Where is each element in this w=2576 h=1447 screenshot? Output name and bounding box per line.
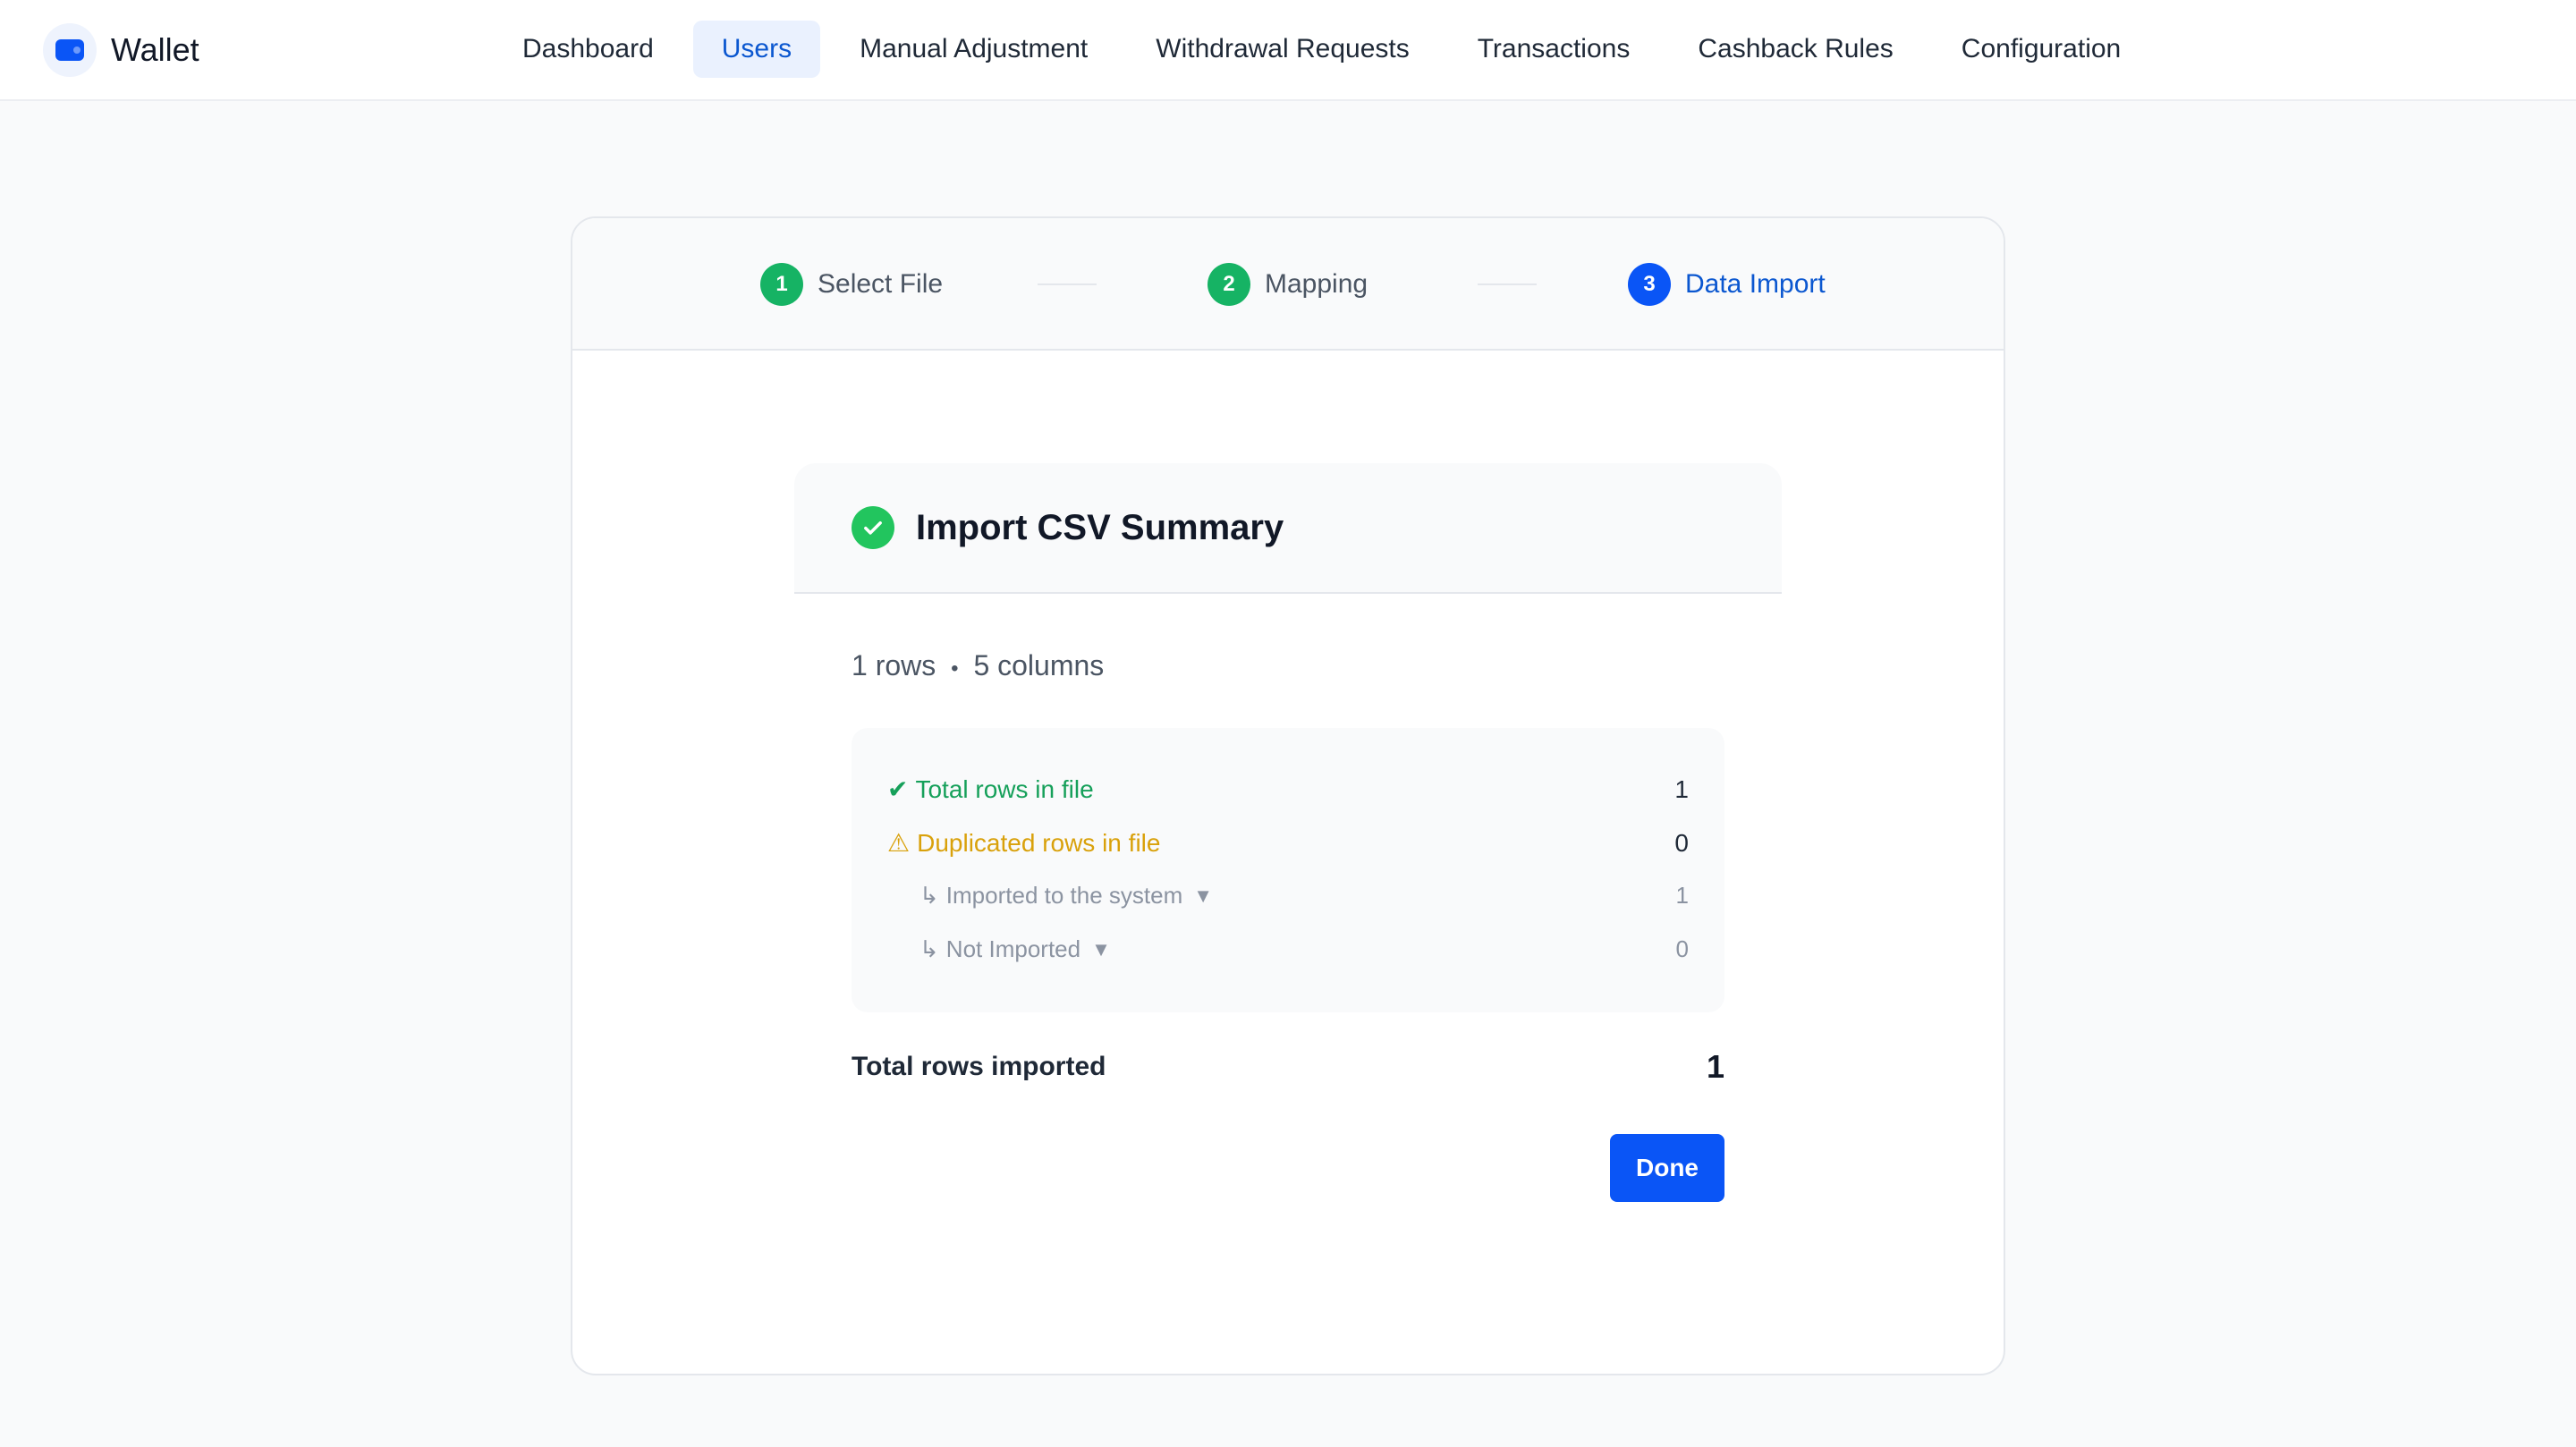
file-meta: 1 rows • 5 columns <box>852 649 1104 682</box>
stat-value: 1 <box>1674 774 1689 803</box>
nav-item-dashboard[interactable]: Dashboard <box>494 21 682 78</box>
nav-item-users[interactable]: Users <box>692 21 821 78</box>
app-name: Wallet <box>111 31 199 68</box>
nav-item-configuration[interactable]: Configuration <box>1933 21 2149 78</box>
meta-separator: • <box>951 656 959 681</box>
stat-imported-to-system[interactable]: ↳ Imported to the system ▼ 1 <box>919 882 1689 910</box>
step-data-import: 3 Data Import <box>1628 263 1826 306</box>
checkmark-icon: ✔ <box>887 775 909 803</box>
step-number-badge: 3 <box>1628 263 1671 306</box>
summary-header: Import CSV Summary <box>794 463 1782 594</box>
top-navigation-bar: Wallet Dashboard Users Manual Adjustment… <box>0 0 2576 101</box>
stat-value: 1 <box>1675 882 1689 909</box>
stats-box: ✔ Total rows in file 1 ⚠ Duplicated rows… <box>852 728 1724 1012</box>
step-label: Data Import <box>1685 269 1826 299</box>
check-circle-icon <box>852 506 894 549</box>
stat-duplicated-rows: ⚠ Duplicated rows in file 0 <box>887 828 1689 858</box>
stat-label: Imported to the system <box>945 882 1183 909</box>
step-divider <box>1038 283 1097 285</box>
columns-count: 5 columns <box>973 649 1105 681</box>
import-summary-panel: Import CSV Summary 1 rows • 5 columns ✔ … <box>794 463 1782 1202</box>
total-imported-label: Total rows imported <box>852 1052 1106 1081</box>
warning-icon: ⚠ <box>887 829 911 857</box>
total-imported-row: Total rows imported 1 <box>852 1048 1724 1086</box>
step-label: Mapping <box>1265 269 1368 299</box>
brand[interactable]: Wallet <box>43 23 199 77</box>
nav-item-withdrawal-requests[interactable]: Withdrawal Requests <box>1127 21 1437 78</box>
step-number-badge: 2 <box>1208 263 1250 306</box>
import-stepper: 1 Select File 2 Mapping 3 Data Import <box>572 218 2004 351</box>
rows-count: 1 rows <box>852 649 936 681</box>
done-button[interactable]: Done <box>1610 1134 1724 1202</box>
total-imported-value: 1 <box>1706 1048 1724 1085</box>
main-nav: Dashboard Users Manual Adjustment Withdr… <box>494 21 2149 78</box>
nav-item-cashback-rules[interactable]: Cashback Rules <box>1669 21 1921 78</box>
sub-arrow-icon: ↳ <box>919 882 939 909</box>
stat-label: Total rows in file <box>915 774 1094 803</box>
wallet-icon <box>43 23 97 77</box>
sub-arrow-icon: ↳ <box>919 935 939 962</box>
step-divider <box>1478 283 1537 285</box>
nav-item-transactions[interactable]: Transactions <box>1449 21 1659 78</box>
stat-total-rows: ✔ Total rows in file 1 <box>887 774 1689 804</box>
stat-label: Not Imported <box>945 935 1081 962</box>
step-mapping: 2 Mapping <box>1208 263 1368 306</box>
stat-value: 0 <box>1674 828 1689 857</box>
stat-not-imported[interactable]: ↳ Not Imported ▼ 0 <box>919 935 1689 963</box>
stat-value: 0 <box>1675 935 1689 962</box>
step-number-badge: 1 <box>760 263 803 306</box>
nav-item-manual-adjustment[interactable]: Manual Adjustment <box>831 21 1116 78</box>
step-select-file: 1 Select File <box>760 263 943 306</box>
stat-label: Duplicated rows in file <box>917 828 1161 857</box>
step-label: Select File <box>818 269 944 299</box>
summary-title: Import CSV Summary <box>916 507 1284 547</box>
chevron-down-icon[interactable]: ▼ <box>1091 938 1111 961</box>
chevron-down-icon[interactable]: ▼ <box>1193 884 1213 908</box>
